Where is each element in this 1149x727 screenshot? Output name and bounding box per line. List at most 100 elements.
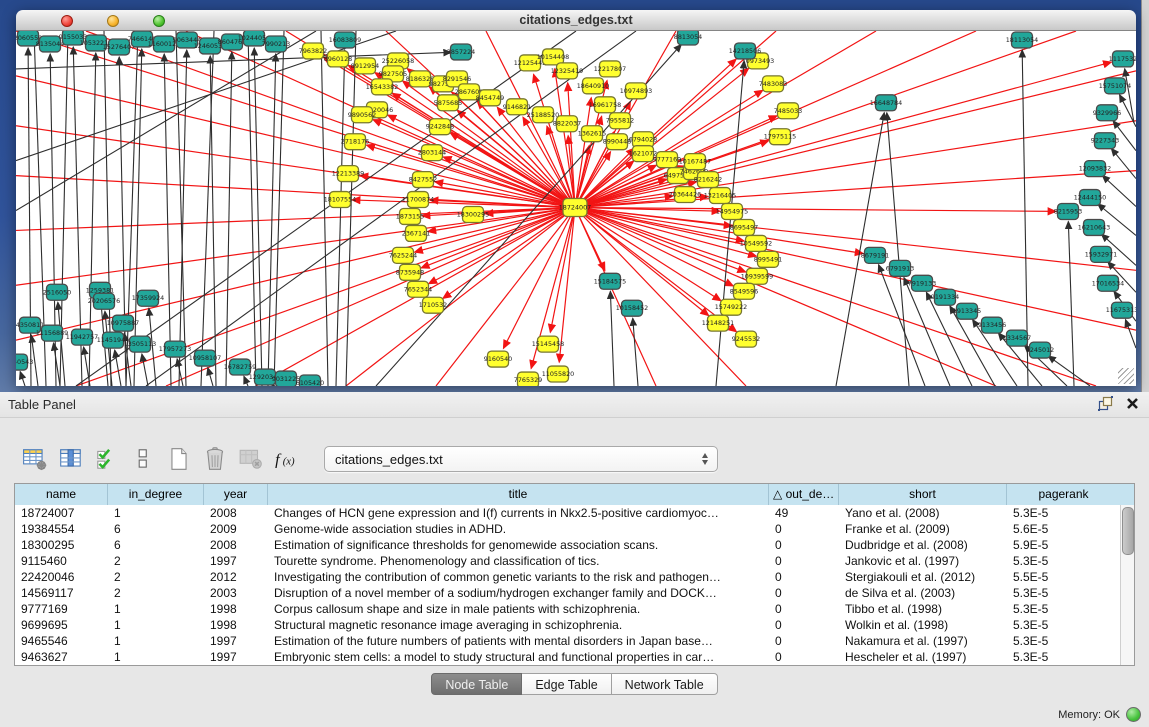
- table-cell: 9465546: [15, 633, 108, 649]
- table-cell: 5.3E-5: [1007, 617, 1120, 633]
- delete-rows-button[interactable]: [200, 444, 230, 474]
- table-cell: 2009: [204, 521, 268, 537]
- network-window-titlebar[interactable]: citations_edges.txt: [16, 10, 1136, 31]
- tab-node-table[interactable]: Node Table: [431, 673, 522, 695]
- network-canvas[interactable]: 1212544310154408122178071097489312325419…: [16, 31, 1136, 386]
- table-row[interactable]: 1938455462009Genome-wide association stu…: [15, 521, 1120, 537]
- table-panel: Table Panel: [0, 392, 1149, 727]
- select-all-button[interactable]: [92, 444, 122, 474]
- graph-node-label: 9777169: [653, 156, 681, 164]
- table-body[interactable]: 1872400712008Changes of HCN gene express…: [15, 505, 1120, 665]
- graph-node-label: 9242848: [426, 123, 454, 131]
- graph-node-label: 10939599: [741, 272, 773, 280]
- float-panel-icon[interactable]: [1098, 396, 1113, 416]
- function-builder-button[interactable]: f (x): [272, 444, 302, 474]
- new-file-button[interactable]: [164, 444, 194, 474]
- graph-node-label: 16782759: [224, 363, 256, 371]
- table-cell: 2: [108, 585, 204, 601]
- table-cell: Changes of HCN gene expression and I(f) …: [268, 505, 769, 521]
- column-header-short[interactable]: short: [839, 484, 1007, 505]
- column-header-name[interactable]: name: [15, 484, 108, 505]
- canvas-resize-handle[interactable]: [1118, 368, 1134, 384]
- graph-node-label: 25226058: [382, 57, 414, 65]
- table-cell: Stergiakouli et al. (2012): [839, 569, 1007, 585]
- status-bar: Memory: OK: [1058, 707, 1141, 722]
- table-selector-value: citations_edges.txt: [325, 452, 702, 467]
- column-header-in_degree[interactable]: in_degree: [108, 484, 204, 505]
- table-scrollbar-thumb[interactable]: [1122, 507, 1134, 555]
- table-row[interactable]: 2242004622012Investigating the contribut…: [15, 569, 1120, 585]
- graph-node-label: 12148251: [702, 319, 734, 327]
- graph-node-label: 14954975: [716, 207, 748, 215]
- minimize-window-button[interactable]: [107, 15, 119, 27]
- delete-table-button[interactable]: [236, 444, 266, 474]
- graph-node-label: 9245012: [1026, 346, 1054, 354]
- graph-node-label: 18640910: [577, 82, 609, 90]
- tab-edge-table[interactable]: Edge Table: [522, 673, 611, 695]
- graph-node-label: 18340543: [16, 358, 33, 366]
- graph-node-label: 7955812: [606, 117, 634, 125]
- close-window-button[interactable]: [61, 15, 73, 27]
- tab-network-table[interactable]: Network Table: [612, 673, 718, 695]
- clear-selection-button[interactable]: [128, 444, 158, 474]
- table-cell: Structural magnetic resonance image aver…: [268, 617, 769, 633]
- table-scrollbar[interactable]: [1120, 505, 1134, 665]
- table-row[interactable]: 1456911722003Disruption of a novel membe…: [15, 585, 1120, 601]
- table-cell: 1997: [204, 649, 268, 665]
- graph-node-label: 10158452: [616, 304, 648, 312]
- table-cell: 2008: [204, 505, 268, 521]
- table-cell: 1998: [204, 617, 268, 633]
- graph-node-label: 7652344: [404, 285, 432, 293]
- citation-network-graph[interactable]: 1212544310154408122178071097489312325419…: [16, 31, 1136, 386]
- graph-node-label: 16210643: [1078, 223, 1110, 231]
- graph-node-label: 9245532: [732, 335, 760, 343]
- column-header-year[interactable]: year: [204, 484, 268, 505]
- table-row[interactable]: 911546021997Tourette syndrome. Phenomeno…: [15, 553, 1120, 569]
- table-cell: 2: [108, 569, 204, 585]
- graph-node-label: 15276407: [103, 43, 135, 51]
- table-row[interactable]: 1830029562008Estimation of significance …: [15, 537, 1120, 553]
- graph-node-label: 1334567: [1003, 334, 1031, 342]
- zoom-window-button[interactable]: [153, 15, 165, 27]
- column-header-out_de[interactable]: △ out_de…: [769, 484, 839, 505]
- table-row[interactable]: 1872400712008Changes of HCN gene express…: [15, 505, 1120, 521]
- network-window: citations_edges.txt 12125443101544081221…: [16, 10, 1136, 386]
- graph-node-label: 8695497: [730, 223, 758, 231]
- column-header-title[interactable]: title: [268, 484, 769, 505]
- table-row[interactable]: 977716911998Corpus callosum shape and si…: [15, 601, 1120, 617]
- table-cell: 0: [769, 569, 839, 585]
- show-columns-button[interactable]: [56, 444, 86, 474]
- graph-node-label: 16543382: [366, 83, 398, 91]
- memory-status-label: Memory: OK: [1058, 709, 1120, 721]
- graph-node-label: 7963822: [299, 47, 327, 55]
- table-row[interactable]: 946554611997Estimation of the future num…: [15, 633, 1120, 649]
- table-selector[interactable]: citations_edges.txt: [324, 446, 718, 472]
- table-cell: 5.6E-5: [1007, 521, 1120, 537]
- close-panel-icon[interactable]: [1126, 397, 1139, 415]
- table-cell: 5.3E-5: [1007, 633, 1120, 649]
- graph-node-label: 1362615: [578, 130, 606, 138]
- table-cell: Jankovic et al. (1997): [839, 553, 1007, 569]
- table-settings-button[interactable]: [20, 444, 50, 474]
- table-cell: 22420046: [15, 569, 108, 585]
- memory-status-indicator[interactable]: [1126, 707, 1141, 722]
- graph-node-label: 12444150: [1074, 194, 1106, 202]
- table-cell: 0: [769, 537, 839, 553]
- table-cell: Estimation of significance thresholds fo…: [268, 537, 769, 553]
- table-cell: Hescheler et al. (1997): [839, 649, 1007, 665]
- table-row[interactable]: 969969511998Structural magnetic resonanc…: [15, 617, 1120, 633]
- table-cell: 1: [108, 617, 204, 633]
- table-cell: Disruption of a novel member of a sodium…: [268, 585, 769, 601]
- table-cell: 5.5E-5: [1007, 569, 1120, 585]
- table-cell: 14569117: [15, 585, 108, 601]
- graph-node-label: 12217807: [594, 65, 626, 73]
- column-header-pagerank[interactable]: pagerank: [1007, 484, 1120, 505]
- graph-node-label: 18300295: [457, 210, 489, 218]
- graph-node-label: 6105420: [296, 379, 324, 386]
- graph-node-label: 11675313: [1106, 306, 1136, 314]
- graph-node-label: 10167487: [679, 158, 711, 166]
- graph-node-label: 17016534: [1092, 279, 1124, 287]
- graph-node-label: 10154408: [537, 53, 569, 61]
- graph-node-label: 5875685: [434, 99, 462, 107]
- table-row[interactable]: 946362711997Embryonic stem cells: a mode…: [15, 649, 1120, 665]
